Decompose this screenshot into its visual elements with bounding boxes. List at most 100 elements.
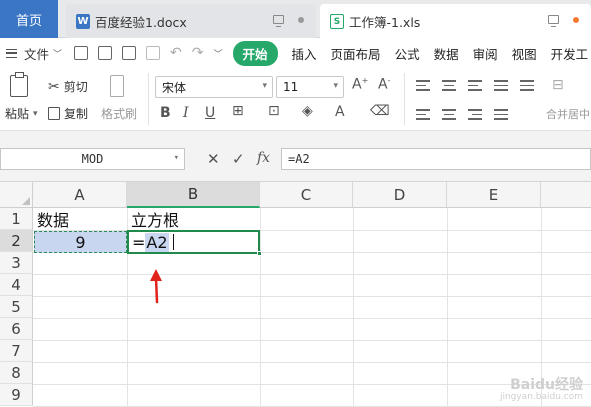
underline-icon[interactable]: U bbox=[205, 105, 215, 121]
select-all-corner[interactable] bbox=[0, 182, 33, 208]
column-header-e[interactable]: E bbox=[447, 182, 541, 208]
fill-color-icon[interactable]: ◈ bbox=[302, 103, 313, 119]
menu-tab-developer[interactable]: 开发工 bbox=[551, 44, 589, 63]
tab-document-docx[interactable]: W 百度经验1.docx bbox=[66, 4, 316, 38]
column-header-c[interactable]: C bbox=[260, 182, 353, 208]
paste-button[interactable]: 粘贴 ▾ bbox=[5, 105, 38, 122]
scissors-icon: ✂ bbox=[48, 78, 60, 95]
orientation-icon[interactable] bbox=[494, 80, 508, 91]
tab-docx-label: 百度经验1.docx bbox=[95, 14, 187, 30]
column-header-d[interactable]: D bbox=[353, 182, 447, 208]
menu-tab-page-layout[interactable]: 页面布局 bbox=[331, 44, 381, 63]
merge-icon[interactable]: ⊟ bbox=[552, 77, 564, 93]
column-header-b[interactable]: B bbox=[127, 182, 260, 208]
cut-label: 剪切 bbox=[63, 80, 88, 94]
cell-b2-editing[interactable]: = A2 bbox=[127, 230, 260, 254]
grid-line bbox=[33, 340, 591, 341]
save-icon[interactable] bbox=[74, 46, 89, 60]
formula-equals: = bbox=[132, 232, 146, 252]
export-icon[interactable] bbox=[98, 46, 113, 60]
align-center-icon[interactable] bbox=[442, 109, 456, 120]
chevron-down-icon: ▾ bbox=[333, 81, 338, 91]
tab-home[interactable]: 首页 bbox=[0, 0, 58, 38]
confirm-formula-icon[interactable]: ✓ bbox=[232, 150, 245, 168]
paste-icon[interactable] bbox=[10, 72, 28, 97]
close-dot-icon[interactable] bbox=[298, 16, 304, 23]
chevron-down-icon: ▾ bbox=[33, 108, 38, 119]
row-header-3[interactable]: 3 bbox=[0, 252, 33, 274]
copy-button[interactable]: 复制 bbox=[48, 105, 88, 122]
file-menu[interactable]: 文件 ﹀ bbox=[0, 44, 62, 63]
font-size-select[interactable]: 11 ▾ bbox=[276, 76, 344, 98]
tab-workbook-xls[interactable]: S 工作簿-1.xls bbox=[320, 4, 591, 39]
increase-font-icon[interactable]: A+ bbox=[352, 76, 368, 93]
cell-a1[interactable]: 数据 bbox=[37, 208, 127, 230]
cancel-formula-icon[interactable]: ✕ bbox=[207, 150, 220, 168]
cell-style-icon[interactable]: ⊡ bbox=[268, 103, 280, 119]
column-header-f[interactable] bbox=[541, 182, 591, 208]
row-header-7[interactable]: 7 bbox=[0, 340, 33, 362]
print-icon[interactable] bbox=[122, 46, 137, 60]
formula-input[interactable]: =A2 bbox=[281, 148, 591, 170]
spreadsheet-grid[interactable]: A B C D E 1 2 3 4 5 6 7 8 9 数据 立方根 9 = A… bbox=[0, 182, 591, 407]
align-right-icon[interactable] bbox=[468, 109, 482, 120]
grid-line bbox=[33, 274, 591, 275]
unsaved-dot-icon[interactable] bbox=[573, 16, 579, 23]
row-header-8[interactable]: 8 bbox=[0, 362, 33, 384]
spreadsheet-file-icon: S bbox=[330, 14, 344, 29]
baidu-watermark: Baidu经验 jingyan.baidu.com bbox=[500, 377, 583, 403]
undo-icon[interactable]: ↶ bbox=[170, 45, 182, 61]
paste-label: 粘贴 bbox=[5, 107, 30, 121]
row-header-6[interactable]: 6 bbox=[0, 318, 33, 340]
print-preview-icon[interactable] bbox=[146, 46, 161, 60]
grid-line bbox=[33, 362, 591, 363]
align-middle-icon[interactable] bbox=[442, 80, 456, 91]
menu-tab-start[interactable]: 开始 bbox=[232, 40, 278, 66]
row-header-2[interactable]: 2 bbox=[0, 230, 33, 252]
name-box[interactable]: MOD ▾ bbox=[0, 148, 185, 170]
redo-icon[interactable]: ↷ bbox=[192, 45, 204, 61]
decrease-font-icon[interactable]: A- bbox=[378, 76, 390, 93]
column-header-a[interactable]: A bbox=[33, 182, 127, 208]
wrap-text-icon[interactable] bbox=[520, 80, 534, 91]
clear-format-icon[interactable]: ⌫ bbox=[370, 103, 390, 119]
monitor-icon[interactable] bbox=[548, 15, 559, 27]
cut-button[interactable]: ✂ 剪切 bbox=[48, 78, 88, 95]
merge-center-button[interactable]: 合并居中 bbox=[546, 106, 590, 122]
cell-b1[interactable]: 立方根 bbox=[131, 208, 259, 230]
merge-center-label: 合并居中 bbox=[546, 108, 590, 121]
cell-a2-referenced[interactable]: 9 bbox=[34, 231, 127, 253]
menu-tab-view[interactable]: 视图 bbox=[512, 44, 537, 63]
align-top-icon[interactable] bbox=[416, 80, 430, 91]
italic-icon[interactable]: I bbox=[183, 105, 189, 121]
fill-handle[interactable] bbox=[257, 251, 262, 256]
align-left-icon[interactable] bbox=[416, 109, 430, 120]
copy-label: 复制 bbox=[64, 107, 89, 121]
format-painter-button[interactable]: 格式刷 bbox=[101, 105, 137, 122]
row-header-5[interactable]: 5 bbox=[0, 296, 33, 318]
row-header-1[interactable]: 1 bbox=[0, 208, 33, 230]
title-tab-bar: 首页 W 百度经验1.docx S 工作簿-1.xls bbox=[0, 0, 591, 39]
customize-chevron-icon[interactable]: ﹀ bbox=[214, 47, 223, 60]
menu-tab-data[interactable]: 数据 bbox=[434, 44, 459, 63]
align-bottom-icon[interactable] bbox=[468, 80, 482, 91]
text-caret bbox=[172, 234, 174, 250]
format-painter-icon[interactable] bbox=[110, 75, 124, 97]
copy-icon bbox=[48, 107, 60, 120]
font-color-icon[interactable]: A bbox=[335, 104, 345, 120]
justify-icon[interactable] bbox=[494, 109, 508, 120]
quick-access-toolbar: ↶ ↷ ﹀ bbox=[74, 45, 223, 61]
border-icon[interactable]: ⊞ bbox=[232, 103, 244, 119]
row-header-4[interactable]: 4 bbox=[0, 274, 33, 296]
bold-icon[interactable]: B bbox=[160, 105, 171, 121]
menu-tab-review[interactable]: 审阅 bbox=[473, 44, 498, 63]
menu-tab-insert[interactable]: 插入 bbox=[292, 44, 317, 63]
insert-function-icon[interactable]: fx bbox=[257, 150, 270, 166]
row-header-9[interactable]: 9 bbox=[0, 384, 33, 406]
formula-bar: MOD ▾ ✕ ✓ fx =A2 bbox=[0, 131, 591, 182]
monitor-icon[interactable] bbox=[273, 15, 284, 27]
cell-reference-text: A2 bbox=[145, 232, 169, 252]
font-name-select[interactable]: 宋体 ▾ bbox=[155, 76, 273, 98]
menu-tab-formulas[interactable]: 公式 bbox=[395, 44, 420, 63]
ribbon-divider bbox=[148, 73, 149, 125]
